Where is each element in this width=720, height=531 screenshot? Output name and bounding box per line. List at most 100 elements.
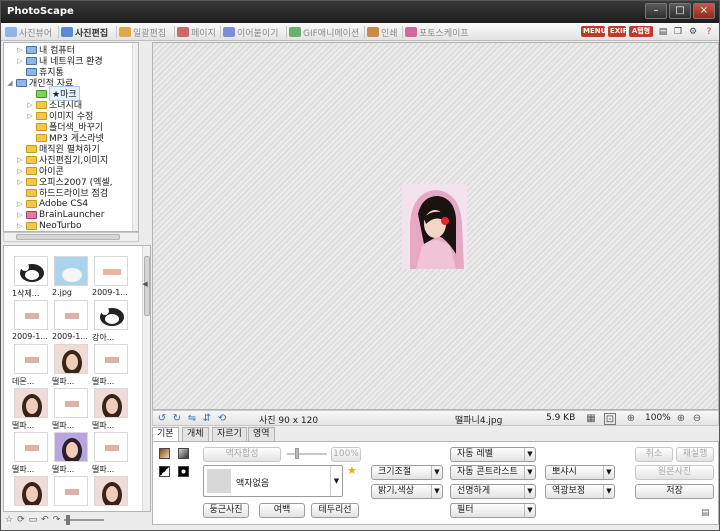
tab-viewer[interactable]: 사진뷰어 [5, 25, 52, 39]
expand-arrow-icon[interactable]: ▷ [16, 46, 24, 54]
sharpen-dropdown[interactable]: 선명하게 ▼ [450, 484, 536, 499]
scroll-thumb[interactable] [16, 234, 120, 240]
copy-icon[interactable]: ❐ [672, 26, 684, 38]
expand-arrow-icon[interactable]: ▷ [26, 101, 34, 109]
expand-arrow-icon[interactable]: ▷ [16, 156, 24, 164]
original-photo-button[interactable]: 원본사진 [635, 465, 714, 480]
rotate-left-icon[interactable]: ↺ [156, 413, 168, 425]
tab-page[interactable]: 페이지 [177, 25, 216, 39]
thumbnail-item[interactable]: 2.jpg [52, 254, 90, 300]
maximize-button[interactable]: □ [669, 3, 691, 19]
back-icon[interactable]: ↶ [41, 515, 49, 525]
thumbnail-item[interactable]: 데몬... [12, 342, 50, 388]
collapse-panel-icon[interactable]: ◀ [141, 276, 149, 292]
frame-select[interactable]: 액자없음 ▼ [203, 465, 343, 497]
tree-item[interactable]: ▷ NeoTurbo [16, 220, 81, 231]
auto-level-dropdown[interactable]: 자동 레벨 ▼ [450, 447, 536, 462]
save-button[interactable]: 저장 [635, 484, 714, 499]
border-line-button[interactable]: 테두리선 [311, 503, 359, 518]
rotate-right-icon[interactable]: ↻ [171, 413, 183, 425]
tab-batch[interactable]: 일괄편집 [119, 25, 166, 39]
favorite-star-icon[interactable]: ★ [347, 465, 359, 477]
thumbnail-item[interactable]: 떨파... [12, 430, 50, 476]
settings-icon[interactable]: ⚙ [687, 26, 699, 38]
thumbnail-item[interactable]: 강아... [92, 298, 130, 344]
expand-arrow-icon[interactable]: ▷ [16, 222, 24, 230]
redo-button[interactable]: 재실행 [676, 447, 714, 462]
frame-round-icon[interactable] [178, 466, 189, 477]
thumbnail-item[interactable]: 2009-1... [52, 298, 90, 344]
minimize-button[interactable]: – [645, 3, 667, 19]
resize-dropdown[interactable]: 크기조절 ▼ [371, 465, 443, 480]
fit-view-icon[interactable]: ⊡ [604, 413, 616, 425]
exif-badge[interactable]: EXIF [608, 26, 628, 37]
folder-icon[interactable]: ▭ [29, 515, 38, 525]
tree-item[interactable]: ▷ BrainLauncher [16, 209, 104, 220]
opacity-value[interactable]: 100% [331, 447, 361, 462]
zoom-out-icon[interactable]: ⊖ [691, 413, 703, 425]
image-canvas[interactable] [152, 42, 719, 410]
star-icon[interactable]: ☆ [5, 515, 13, 525]
layout-badge[interactable]: A탭형 [629, 26, 653, 37]
rotate-angle-icon[interactable]: ⟲ [216, 413, 228, 425]
expand-arrow-icon[interactable]: ▷ [16, 200, 24, 208]
thumbnail-item[interactable]: 떨파... [52, 342, 90, 388]
undo-button[interactable]: 취소 [635, 447, 673, 462]
tree-item[interactable]: ▷ Adobe CS4 [16, 198, 88, 209]
tab-basic[interactable]: 기본 [152, 427, 179, 442]
thumbnail-item[interactable]: 떨파... [52, 430, 90, 476]
tab-gif[interactable]: GIF애니메이션 [289, 25, 359, 39]
tab-region[interactable]: 영역 [248, 427, 275, 441]
expand-arrow-icon[interactable]: ◢ [6, 79, 14, 87]
tab-crop[interactable]: 자르기 [212, 427, 247, 441]
actual-size-icon[interactable]: ⊕ [625, 413, 637, 425]
tab-editor[interactable]: 사진편집 [61, 25, 108, 39]
brightness-color-dropdown[interactable]: 밝기,색상 ▼ [371, 484, 443, 499]
opacity-slider[interactable] [287, 448, 327, 459]
forward-icon[interactable]: ↷ [53, 515, 61, 525]
tree-item[interactable]: 하드드라이브 점검 [16, 187, 108, 199]
expand-arrow-icon[interactable]: ▷ [16, 211, 24, 219]
thumbnail-item[interactable]: 떨파... [12, 386, 50, 432]
thumbnail-item[interactable] [12, 474, 50, 511]
thumbnail-item[interactable] [92, 474, 130, 511]
refresh-icon[interactable]: ⟳ [17, 515, 25, 525]
thumbnail-item[interactable] [52, 474, 90, 511]
frame-dark-icon[interactable] [178, 448, 189, 459]
thumbnail-item[interactable]: 1삭제... [12, 254, 50, 300]
clipboard-icon[interactable]: ▤ [701, 508, 711, 520]
thumbnail-item[interactable]: 떨파... [92, 430, 130, 476]
frame-half-icon[interactable] [159, 466, 170, 477]
tab-print[interactable]: 인쇄 [367, 25, 398, 39]
flip-vertical-icon[interactable]: ⇵ [201, 413, 213, 425]
backlight-dropdown[interactable]: 역광보정 ▼ [545, 484, 615, 499]
menu-badge[interactable]: MENU [581, 26, 606, 37]
tab-object[interactable]: 개체 [182, 427, 209, 441]
filter-dropdown[interactable]: 필터 ▼ [450, 503, 536, 518]
thumbnail-item[interactable]: 2009-1... [12, 298, 50, 344]
expand-arrow-icon[interactable]: ▷ [16, 57, 24, 65]
tree-horizontal-scrollbar[interactable] [3, 232, 139, 242]
frame-combine-button[interactable]: 액자합성 [203, 447, 281, 462]
frame-style-icon[interactable] [159, 448, 170, 459]
tree-scrollbar[interactable] [132, 43, 138, 231]
zoom-in-icon[interactable]: ⊕ [675, 413, 687, 425]
round-photo-button[interactable]: 둥근사진 [203, 503, 249, 518]
folder-view-icon[interactable]: ▤ [657, 26, 669, 38]
thumb-size-slider[interactable] [64, 515, 105, 525]
transparency-grid-icon[interactable]: ▦ [585, 413, 597, 425]
thumbnail-item[interactable]: 2009-1... [92, 254, 130, 300]
flip-horizontal-icon[interactable]: ⇋ [186, 413, 198, 425]
thumbnail-item[interactable]: 떨파... [92, 386, 130, 432]
expand-arrow-icon[interactable]: ▷ [16, 167, 24, 175]
tab-combine[interactable]: 이어붙이기 [223, 25, 278, 39]
auto-contrast-dropdown[interactable]: 자동 콘트라스트 ▼ [450, 465, 536, 480]
thumbnail-item[interactable]: 떨파... [92, 342, 130, 388]
soft-glow-dropdown[interactable]: 뽀샤시 ▼ [545, 465, 615, 480]
close-button[interactable]: × [693, 3, 715, 19]
chevron-down-icon[interactable]: ▼ [330, 466, 342, 496]
margin-button[interactable]: 여백 [259, 503, 305, 518]
tab-photoscape[interactable]: 포토스케이프 [405, 25, 469, 39]
help-icon[interactable]: ? [703, 26, 715, 38]
expand-arrow-icon[interactable]: ▷ [16, 178, 24, 186]
